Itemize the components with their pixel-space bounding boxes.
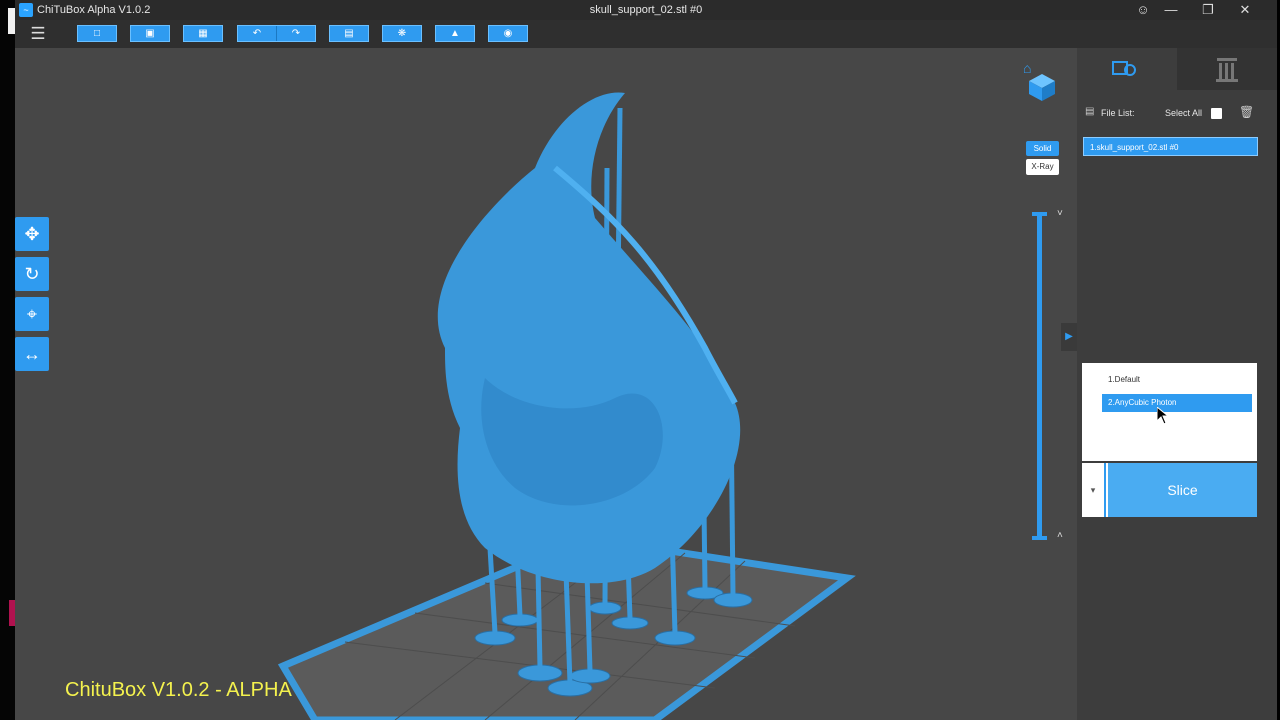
settings-gear-icon (1112, 61, 1136, 76)
undo-redo-group: ↶ ↷ (237, 25, 316, 42)
version-watermark: ChituBox V1.0.2 - ALPHA (65, 679, 292, 701)
expand-panel-icon[interactable]: ▶ (1061, 323, 1077, 351)
supports-icon[interactable]: ❋ (382, 25, 422, 42)
title-bar: ~ ChiTuBox Alpha V1.0.2 skull_support_02… (15, 0, 1277, 20)
skull-model[interactable] (437, 92, 741, 584)
hamburger-menu-icon[interactable]: ☰ (29, 25, 47, 43)
desktop-strip (0, 0, 15, 720)
mirror-tool-icon[interactable]: ↔ (15, 337, 49, 371)
solid-view-button[interactable]: Solid (1026, 141, 1059, 156)
profile-item-default[interactable]: 1.Default (1102, 371, 1252, 389)
scene-render (277, 92, 856, 720)
panel-tabs (1077, 48, 1277, 90)
file-list-label: File List: (1101, 108, 1135, 118)
undo-icon[interactable]: ↶ (238, 26, 277, 41)
tab-settings[interactable] (1077, 48, 1177, 90)
printer-profile-list: 1.Default 2.AnyCubic Photon (1082, 363, 1257, 461)
profile-item-anycubic-photon[interactable]: 2.AnyCubic Photon (1102, 394, 1252, 412)
file-list-item[interactable]: 1.skull_support_02.stl #0 (1083, 137, 1258, 156)
3d-viewport[interactable]: ✥ ↻ ⌖ ↔ ⌂ Solid X-Ray ˅ ˄ ChituBox V1.0.… (15, 48, 1077, 720)
mouse-cursor-icon (1157, 407, 1169, 425)
mirror-icon[interactable]: ▤ (329, 25, 369, 42)
layer-slider-top-handle[interactable] (1032, 212, 1047, 216)
supports-pillar-icon (1216, 58, 1238, 82)
slice-button[interactable]: Slice (1108, 463, 1257, 517)
layer-slider-bottom-handle[interactable] (1032, 536, 1047, 540)
settings-icon[interactable]: ◉ (488, 25, 528, 42)
file-title: skull_support_02.stl #0 (589, 4, 703, 16)
trash-icon[interactable]: 🗑 (1239, 105, 1254, 119)
toolbar: ☰ □ ▣ ▦ ↶ ↷ ▤ ❋ ▲ ◉ (15, 20, 1277, 48)
desktop-icon[interactable] (8, 8, 15, 34)
layer-up-arrow-icon[interactable]: ˄ (1057, 530, 1063, 541)
restore-button[interactable]: ❐ (1190, 0, 1226, 20)
select-all-checkbox[interactable] (1211, 108, 1222, 119)
close-button[interactable]: ✕ (1227, 0, 1263, 20)
profile-dropdown-icon[interactable]: ▾ (1082, 463, 1106, 517)
xray-view-button[interactable]: X-Ray (1026, 159, 1059, 175)
layer-down-arrow-icon[interactable]: ˅ (1057, 208, 1063, 219)
open-file-icon[interactable]: □ (77, 25, 117, 42)
view-cube-icon[interactable] (1027, 72, 1057, 102)
select-all-label: Select All (1165, 108, 1203, 118)
layer-slider[interactable] (1037, 214, 1042, 539)
move-tool-icon[interactable]: ✥ (15, 217, 49, 251)
file-list-icon: ▤ (1085, 106, 1095, 117)
slice-control: ▾ Slice (1082, 463, 1257, 517)
hollow-icon[interactable]: ▲ (435, 25, 475, 42)
save-icon[interactable]: ▣ (130, 25, 170, 42)
redo-icon[interactable]: ↷ (277, 26, 315, 41)
scale-tool-icon[interactable]: ⌖ (15, 297, 49, 331)
chitubox-window: ~ ChiTuBox Alpha V1.0.2 skull_support_02… (15, 0, 1277, 720)
tab-supports[interactable] (1177, 48, 1277, 90)
import-icon[interactable]: ▦ (183, 25, 223, 42)
rotate-tool-icon[interactable]: ↻ (15, 257, 49, 291)
minimize-button[interactable]: — (1153, 0, 1189, 20)
